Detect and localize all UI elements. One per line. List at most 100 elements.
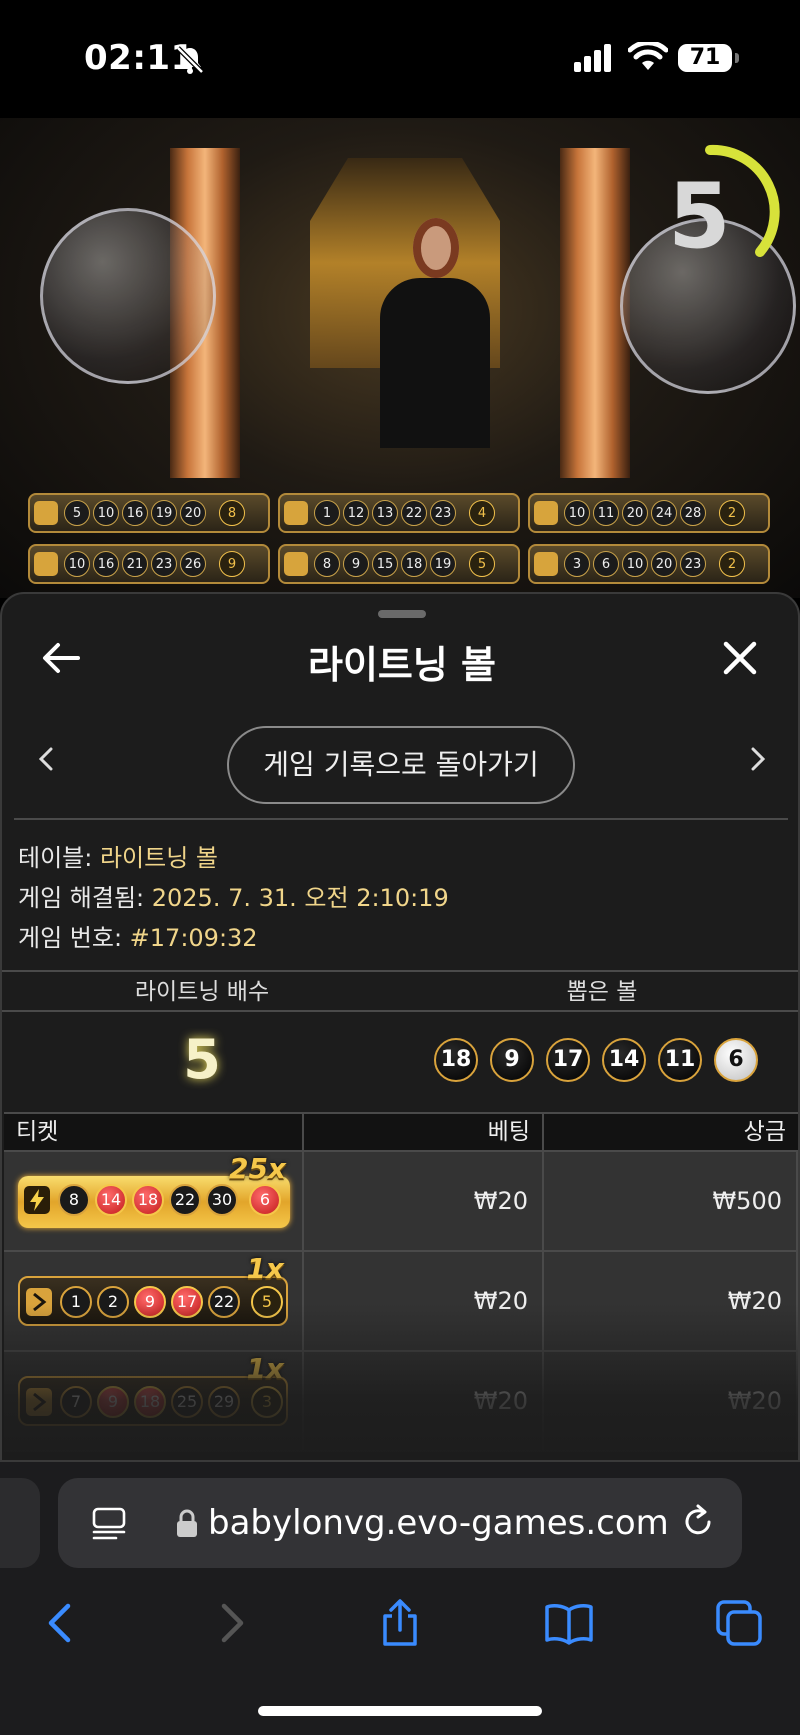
ball: 14: [95, 1184, 127, 1216]
ball: 9: [134, 1286, 166, 1318]
video-ticket: 10 16 21 23 26 9: [28, 544, 270, 584]
forward-icon[interactable]: [206, 1598, 256, 1648]
address-bar[interactable]: babylonvg.evo-games.com: [58, 1478, 742, 1568]
ticket-cell: 7 9 18 25 29 3 1x: [4, 1352, 304, 1450]
countdown-timer: 5: [668, 164, 731, 269]
result-summary: 라이트닝 배수 뽑은 볼 5 18 9 17 14 11 6: [2, 970, 798, 1112]
chevron-icon: [534, 552, 558, 576]
reader-mode-icon[interactable]: [92, 1506, 126, 1540]
sheet-grabber[interactable]: [378, 610, 426, 618]
ball: 9: [343, 551, 369, 577]
ticket-balls: 10 16 21 23 26 9: [64, 551, 245, 577]
ball: 10: [564, 500, 590, 526]
url-text: babylonvg.evo-games.com: [208, 1503, 669, 1543]
ball: 22: [208, 1286, 240, 1318]
ball: 22: [401, 500, 427, 526]
ball: 11: [593, 500, 619, 526]
ball: 16: [93, 551, 119, 577]
chevron-icon: [284, 552, 308, 576]
bet-cell: ₩20: [304, 1252, 544, 1350]
ball: 12: [343, 500, 369, 526]
tabs-icon[interactable]: [714, 1598, 764, 1648]
bet-cell: ₩20: [304, 1152, 544, 1250]
ball: 26: [180, 551, 206, 577]
table-row[interactable]: 1 2 9 17 22 5 1x ₩20 ₩20: [4, 1252, 798, 1352]
info-table-label: 테이블:: [18, 844, 100, 872]
bonus-ball: 6: [249, 1184, 281, 1216]
ticket-cell: 8 14 18 22 30 6 25x: [4, 1152, 304, 1250]
bet-column-header: 베팅: [304, 1114, 544, 1150]
back-to-history-button[interactable]: 게임 기록으로 돌아가기: [227, 726, 575, 804]
ball: 8: [314, 551, 340, 577]
ball: 6: [593, 551, 619, 577]
ball: 21: [122, 551, 148, 577]
ticket-column-header: 티켓: [4, 1114, 304, 1150]
table-row[interactable]: 8 14 18 22 30 6 25x ₩20 ₩500: [4, 1152, 798, 1252]
drawn-bonus-ball: 6: [714, 1038, 758, 1082]
ball: 29: [208, 1386, 240, 1418]
share-icon[interactable]: [375, 1598, 425, 1648]
ball: 5: [64, 500, 90, 526]
cellular-signal-icon: [574, 44, 611, 72]
lightning-icon: [24, 1186, 50, 1214]
ticket-table-header: 티켓 베팅 상금: [4, 1112, 798, 1152]
ball: 10: [622, 551, 648, 577]
info-game-number: 게임 번호: #17:09:32: [18, 918, 258, 953]
video-ticket: 5 10 16 19 20 8: [28, 493, 270, 533]
video-ticket: 10 11 20 24 28 2: [528, 493, 770, 533]
ball: 19: [151, 500, 177, 526]
bookmarks-icon[interactable]: [544, 1598, 594, 1648]
battery-tip: [735, 53, 739, 63]
ticket-balls: 8 14 18 22 30 6: [58, 1184, 281, 1216]
ticket-balls: 1 12 13 22 23 4: [314, 500, 495, 526]
drawn-ball: 14: [602, 1038, 646, 1082]
ticket-balls: 10 11 20 24 28 2: [564, 500, 745, 526]
video-ticket: 3 6 10 20 23 2: [528, 544, 770, 584]
previous-tab-preview[interactable]: [0, 1478, 40, 1568]
live-video[interactable]: 5 5 10 16 19 20 8 1 12 13 22 23 4 10 11 20 24 28 2 10 16 21 2…: [0, 118, 800, 598]
close-icon[interactable]: [718, 636, 762, 680]
ticket-balls: 1 2 9 17 22 5: [60, 1286, 283, 1318]
ball: 17: [171, 1286, 203, 1318]
game-detail-sheet: 라이트닝 볼 게임 기록으로 돌아가기 테이블: 라이트닝 볼 게임 해결됨: …: [0, 592, 800, 1462]
chevron-icon: [26, 1288, 52, 1316]
divider: [2, 1010, 798, 1012]
ticket-balls: 3 6 10 20 23 2: [564, 551, 745, 577]
ball: 23: [430, 500, 456, 526]
ball: 18: [401, 551, 427, 577]
bonus-ball: 5: [251, 1286, 283, 1318]
prize-column-header: 상금: [743, 1119, 786, 1145]
bonus-ball: 3: [251, 1386, 283, 1418]
battery-indicator: 71: [678, 44, 732, 72]
drawn-ball: 18: [434, 1038, 478, 1082]
reload-icon[interactable]: [678, 1502, 718, 1542]
multiplier-header: 라이트닝 배수: [134, 979, 270, 1005]
ball: 13: [372, 500, 398, 526]
ball: 28: [680, 500, 706, 526]
chevron-left-icon[interactable]: [32, 744, 62, 774]
ticket-balls: 7 9 18 25 29 3: [60, 1386, 283, 1418]
prize-cell: ₩20: [544, 1252, 798, 1350]
ticket-multiplier: 25x: [228, 1152, 286, 1185]
ticket-multiplier: 1x: [246, 1352, 284, 1385]
drawn-ball: 9: [490, 1038, 534, 1082]
video-ticket: 8 9 15 18 19 5: [278, 544, 520, 584]
ball: 16: [122, 500, 148, 526]
chevron-right-icon[interactable]: [742, 744, 772, 774]
video-ticket: 1 12 13 22 23 4: [278, 493, 520, 533]
back-icon[interactable]: [36, 1598, 86, 1648]
ball: 15: [372, 551, 398, 577]
status-bar: 02:11 71: [0, 0, 800, 118]
ticket-table: 티켓 베팅 상금 8 14 18 22 30 6 25x ₩20 ₩500 1 2 9 17 22 5 1x ₩…: [4, 1112, 798, 1452]
ticket-rows: 8 14 18 22 30 6 25x ₩20 ₩500 1 2 9 17 22 5 1x ₩20 ₩20 7 9 18…: [4, 1152, 798, 1452]
ball: 25: [171, 1386, 203, 1418]
ball: 10: [64, 551, 90, 577]
drawn-ball: 11: [658, 1038, 702, 1082]
ball: 18: [132, 1184, 164, 1216]
info-resolved: 게임 해결됨: 2025. 7. 31. 오전 2:10:19: [18, 878, 449, 913]
wifi-icon: [628, 42, 668, 70]
ball: 24: [651, 500, 677, 526]
table-row[interactable]: 7 9 18 25 29 3 1x ₩20 ₩20: [4, 1352, 798, 1452]
ball: 9: [97, 1386, 129, 1418]
lottery-globe-left: [40, 208, 216, 384]
